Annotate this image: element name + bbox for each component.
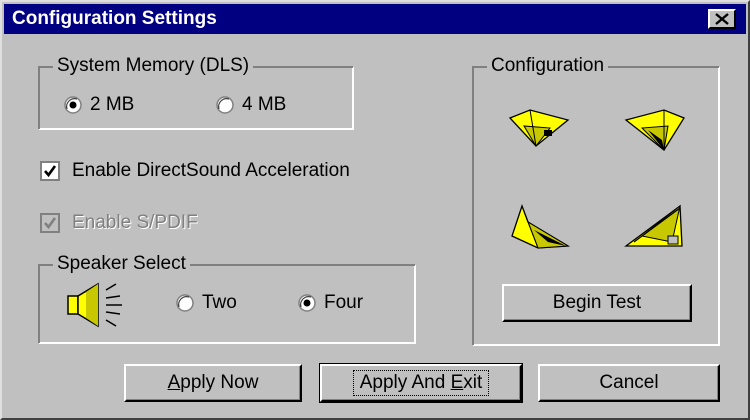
apply-and-exit-label-pre: Apply And bbox=[359, 372, 451, 393]
rear-left-speaker-icon bbox=[511, 204, 571, 249]
speaker-icon bbox=[67, 282, 122, 328]
apply-now-button[interactable]: Apply Now bbox=[124, 364, 302, 402]
apply-now-mnemonic: A bbox=[167, 372, 181, 393]
apply-now-label-rest: pply Now bbox=[180, 372, 259, 393]
speaker-two-radio[interactable]: Two bbox=[176, 292, 237, 314]
apply-now-label: Apply Now bbox=[168, 372, 259, 394]
configuration-settings-dialog: Configuration Settings System Memory (DL… bbox=[0, 0, 750, 420]
memory-4mb-label: 4 MB bbox=[242, 94, 287, 115]
memory-4mb-radio[interactable]: 4 MB bbox=[216, 94, 286, 116]
close-button[interactable] bbox=[708, 9, 736, 29]
directsound-acceleration-checkbox[interactable]: Enable DirectSound Acceleration bbox=[40, 160, 350, 182]
close-icon bbox=[715, 13, 729, 25]
radio-selected-icon bbox=[64, 96, 82, 114]
checkbox-checked-icon bbox=[40, 161, 60, 181]
spdif-label: Enable S/PDIF bbox=[72, 212, 198, 233]
memory-2mb-radio[interactable]: 2 MB bbox=[64, 94, 134, 116]
rear-right-speaker-icon bbox=[624, 204, 683, 247]
system-memory-legend: System Memory (DLS) bbox=[53, 54, 254, 78]
memory-2mb-label: 2 MB bbox=[90, 94, 135, 115]
front-right-speaker-icon bbox=[624, 109, 685, 152]
cancel-label: Cancel bbox=[599, 372, 659, 393]
apply-and-exit-button[interactable]: Apply And Exit bbox=[319, 363, 523, 403]
title-bar[interactable]: Configuration Settings bbox=[4, 4, 746, 34]
begin-test-button[interactable]: Begin Test bbox=[502, 284, 692, 322]
cancel-button[interactable]: Cancel bbox=[538, 364, 720, 402]
apply-and-exit-mnemonic: E bbox=[450, 372, 464, 393]
speaker-two-label: Two bbox=[202, 292, 237, 313]
begin-test-label: Begin Test bbox=[552, 292, 642, 313]
front-left-speaker-icon bbox=[508, 109, 570, 147]
window-title: Configuration Settings bbox=[12, 8, 217, 29]
apply-and-exit-focus-ring: Apply And Exit bbox=[352, 370, 490, 396]
radio-selected-icon bbox=[298, 294, 316, 312]
radio-unselected-icon bbox=[176, 294, 194, 312]
checkbox-checked-disabled-icon bbox=[40, 213, 60, 233]
speaker-select-legend: Speaker Select bbox=[53, 252, 190, 276]
spdif-checkbox: Enable S/PDIF bbox=[40, 212, 198, 234]
configuration-legend: Configuration bbox=[487, 54, 609, 78]
speaker-four-radio[interactable]: Four bbox=[298, 292, 363, 314]
radio-unselected-icon bbox=[216, 96, 234, 114]
speaker-four-label: Four bbox=[324, 292, 364, 313]
apply-and-exit-label-rest: xit bbox=[463, 372, 483, 393]
directsound-acceleration-label: Enable DirectSound Acceleration bbox=[72, 160, 350, 181]
